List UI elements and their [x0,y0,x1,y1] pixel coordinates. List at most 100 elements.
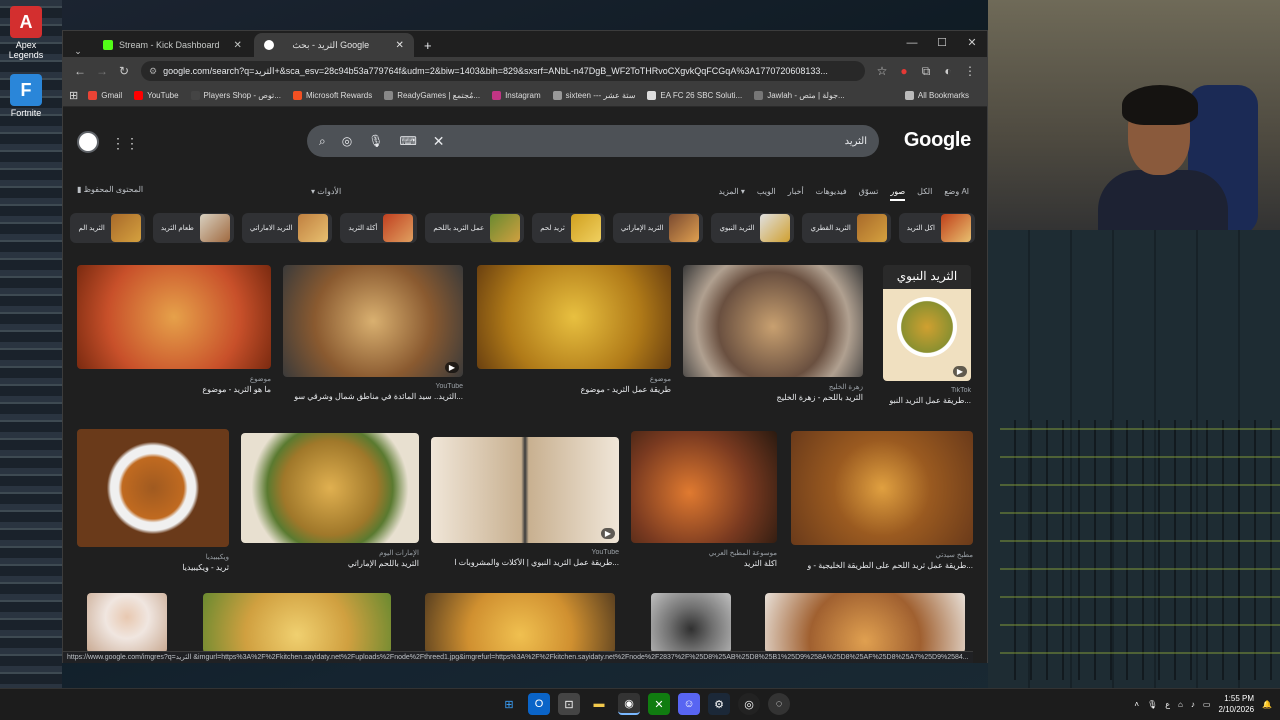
result-thumbnail[interactable] [77,265,271,369]
windows-icon[interactable]: ⊞ [498,693,520,715]
result-caption[interactable]: اكلة الثريد [631,559,777,568]
image-result[interactable]: الثريد النبوي ▶ TikTok طريقة عمل الثريد … [883,265,971,405]
result-thumbnail[interactable] [683,265,863,377]
tab-kick[interactable]: Stream - Kick Dashboard ✕ [93,33,252,57]
all-bookmarks[interactable]: All Bookmarks [904,91,969,100]
tab-google[interactable]: الثريد - بحث Google ✕ [253,33,414,57]
language-indicator[interactable]: ع [1165,700,1170,709]
account-avatar[interactable] [77,131,99,153]
xbox-icon[interactable]: ✕ [648,693,670,715]
result-caption[interactable]: الثريد.. سيد المائدة في مناطق شمال وشرقي… [283,392,463,401]
result-caption[interactable]: الثريد باللحم الإماراتي [241,559,419,568]
result-caption[interactable]: طريقة عمل الثريد النبوي | الأكلات والمشر… [431,558,619,567]
result-caption[interactable]: الثريد باللحم - زهرة الخليج [683,393,863,402]
result-thumbnail[interactable] [765,593,965,653]
bookmark-jawlah[interactable]: Jawlah - جولة | متص... [754,91,845,100]
image-result[interactable]: موسوعة المطبخ العربي اكلة الثريد [631,431,777,568]
bookmark-star-icon[interactable]: ☆ [871,64,893,78]
site-info-icon[interactable]: ⚙ [149,66,157,77]
result-source[interactable]: موسوعة المطبخ العربي [631,549,777,557]
image-result[interactable]: زهرة الخليج الثريد باللحم - زهرة الخليج [683,265,863,402]
desktop-icon-apex[interactable]: A Apex Legends [0,6,52,60]
tab-search-icon[interactable]: ⌄ [67,46,89,57]
tab-ai-mode[interactable]: وضع AI [944,187,969,201]
image-result[interactable] [765,593,965,653]
tab-more[interactable]: المزيد ▾ [719,187,745,201]
battery-icon[interactable]: ▭ [1203,700,1211,709]
tab-web[interactable]: الويب [757,187,776,201]
result-thumbnail[interactable] [631,431,777,543]
result-source[interactable]: YouTube [283,383,463,390]
bookmark-players-shop[interactable]: Players Shop - توص... [190,91,281,100]
close-tab-icon[interactable]: ✕ [234,40,242,51]
image-result[interactable]: ويكيبيديا ثريد - ويكيبيديا [77,429,229,572]
result-thumbnail[interactable] [425,593,615,653]
chip[interactable]: الثريد النبوي [711,213,795,243]
bookmark-youtube[interactable]: YouTube [134,91,179,100]
desktop-icon-fortnite[interactable]: F Fortnite [0,74,52,118]
address-bar[interactable]: ⚙ google.com/search?q=الثريد+&sca_esv=28… [141,61,865,81]
bookmark-readygames[interactable]: ReadyGames | مُجتمع... [384,91,480,100]
result-thumbnail[interactable] [241,433,419,543]
result-caption[interactable]: ما هو الثريد - موضوع [77,385,271,394]
tab-shopping[interactable]: تسوّق [859,187,879,201]
result-thumbnail[interactable] [203,593,391,653]
saved-content-link[interactable]: ▮ المحتوى المحفوظ [77,185,143,194]
result-source[interactable]: TikTok [883,387,971,394]
result-source[interactable]: ويكيبيديا [77,553,229,561]
image-result[interactable] [87,593,167,653]
image-result[interactable]: مطبخ سيدتي طريقة عمل ثريد اللحم على الطر… [791,431,973,570]
volume-icon[interactable]: ♪ [1191,700,1195,709]
result-source[interactable]: الإمارات اليوم [241,549,419,557]
minimize-button[interactable]: — [897,31,927,55]
image-result[interactable] [203,593,391,653]
network-icon[interactable]: ⌂ [1178,700,1183,709]
result-caption[interactable]: طريقة عمل ثريد اللحم على الطريقة الخليجي… [791,561,973,570]
steam-icon[interactable]: ⚙ [708,693,730,715]
store-icon[interactable]: ⊡ [558,693,580,715]
bookmark-gmail[interactable]: Gmail [88,91,122,100]
new-tab-button[interactable]: + [424,35,432,57]
chip[interactable]: الثريد الإماراتي [612,213,704,243]
clock[interactable]: 1:55 PM 2/10/2026 [1218,693,1254,715]
apps-grid-icon[interactable]: ⊞ [69,89,78,102]
profile-avatar-icon[interactable]: ◐ [937,64,959,78]
result-caption[interactable]: طريقة عمل الثريد - موضوع [477,385,671,394]
extension-icon[interactable]: ● [893,64,915,78]
chrome-icon[interactable]: ◉ [618,693,640,715]
back-icon[interactable]: ← [69,64,91,78]
result-caption[interactable]: طريقة عمل الثريد النبو... [883,396,971,405]
bookmark-ea-fc[interactable]: EA FC 26 SBC Soluti... [647,91,742,100]
tab-images[interactable]: صور [890,187,906,201]
image-result[interactable]: الإمارات اليوم الثريد باللحم الإماراتي [241,433,419,568]
image-result[interactable]: موضوع ما هو الثريد - موضوع [77,265,271,394]
clear-search-icon[interactable]: ✕ [433,133,445,150]
chip[interactable]: الثريد الاماراتي [241,213,333,243]
image-result[interactable]: موضوع طريقة عمل الثريد - موضوع [477,265,671,394]
search-input[interactable] [460,135,867,147]
maximize-button[interactable]: ☐ [927,31,957,55]
result-thumbnail[interactable]: ▶ [283,265,463,377]
notification-icon[interactable]: 🔔 [1262,700,1272,709]
result-thumbnail[interactable] [87,593,167,653]
chip[interactable]: الثريد القطري [802,213,891,243]
tray-chevron-icon[interactable]: ˄ [1134,700,1139,709]
result-thumbnail[interactable] [651,593,731,653]
chip[interactable]: اكل الثريد [898,213,975,243]
bookmark-ms-rewards[interactable]: Microsoft Rewards [292,91,372,100]
result-source[interactable]: موضوع [77,375,271,383]
result-thumbnail[interactable]: الثريد النبوي ▶ [883,265,971,381]
files-icon[interactable]: ▬ [588,693,610,715]
menu-dots-icon[interactable]: ⋮ [959,64,981,78]
bookmark-instagram[interactable]: Instagram [492,91,541,100]
result-thumbnail[interactable]: ▶ [431,437,619,543]
tab-videos[interactable]: فيديوهات [816,187,847,201]
chip[interactable]: أكلة الثريد [340,213,418,243]
chip[interactable]: ثريد لحم [532,213,605,243]
result-thumbnail[interactable] [477,265,671,369]
tab-all[interactable]: الكل [917,187,932,201]
bookmark-sixteen[interactable]: sixteen --- ستة عشر [552,91,635,100]
chip[interactable]: الثريد الم [70,213,145,243]
result-source[interactable]: زهرة الخليج [683,383,863,391]
image-result[interactable] [425,593,615,653]
